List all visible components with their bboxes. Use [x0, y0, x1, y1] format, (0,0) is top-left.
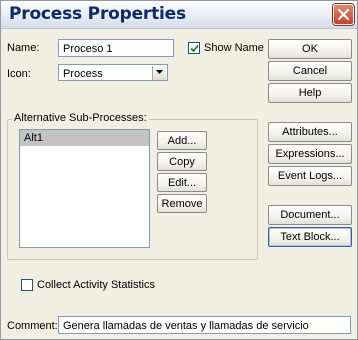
check-icon [190, 44, 199, 53]
text-block-button[interactable]: Text Block... [268, 227, 352, 247]
add-button[interactable]: Add... [157, 131, 207, 150]
collect-activity-statistics-checkbox[interactable] [21, 279, 33, 291]
attributes-button[interactable]: Attributes... [268, 122, 352, 142]
icon-select-value: Process [63, 68, 103, 80]
close-button[interactable] [333, 4, 354, 25]
ok-button[interactable]: OK [268, 39, 352, 59]
chevron-down-icon [156, 70, 163, 74]
show-name-checkbox[interactable] [188, 42, 200, 54]
remove-button[interactable]: Remove [157, 194, 207, 213]
icon-label: Icon: [7, 68, 31, 80]
icon-select-dropdown-button[interactable] [152, 66, 166, 80]
name-input[interactable]: Proceso 1 [58, 39, 174, 57]
comment-input[interactable]: Genera llamadas de ventas y llamadas de … [58, 316, 351, 334]
window-title: Process Properties [9, 4, 186, 24]
close-icon [337, 8, 350, 21]
copy-button[interactable]: Copy [157, 152, 207, 171]
document-button[interactable]: Document... [268, 205, 352, 225]
expressions-button[interactable]: Expressions... [268, 144, 352, 164]
title-bar[interactable]: Process Properties [1, 1, 357, 29]
name-label: Name: [7, 42, 40, 54]
help-button[interactable]: Help [268, 83, 352, 103]
comment-label: Comment: [7, 320, 58, 332]
event-logs-button[interactable]: Event Logs... [268, 166, 352, 186]
collect-activity-statistics-label: Collect Activity Statistics [37, 279, 155, 291]
alternative-subprocesses-list[interactable]: Alt1 [19, 129, 150, 248]
cancel-button[interactable]: Cancel [268, 61, 352, 81]
edit-button[interactable]: Edit... [157, 173, 207, 192]
process-properties-dialog: Process Properties Name: Proceso 1 Show … [0, 0, 358, 340]
list-item[interactable]: Alt1 [20, 130, 149, 146]
alternative-subprocesses-label: Alternative Sub-Processes: [12, 112, 149, 124]
show-name-label: Show Name [204, 42, 264, 54]
icon-select[interactable]: Process [58, 64, 168, 81]
